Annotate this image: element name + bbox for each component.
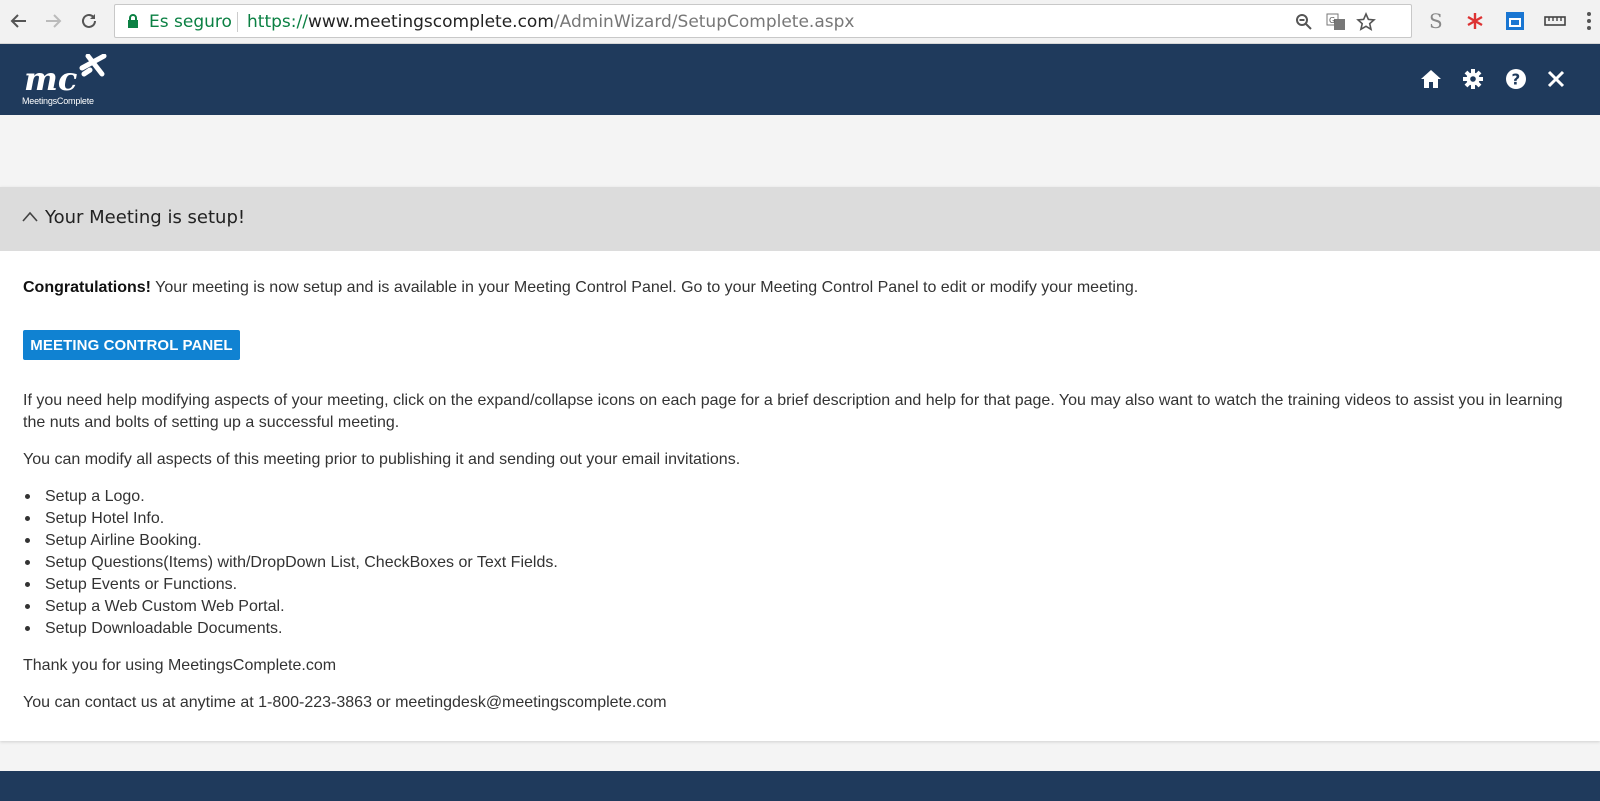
svg-text:G: G [1329,16,1335,25]
back-button[interactable] [6,8,32,34]
home-icon[interactable] [1418,66,1444,92]
list-item: Setup a Web Custom Web Portal. [23,596,558,618]
setup-complete-panel: Your Meeting is setup! Congratulations! … [0,187,1600,741]
panel-title: Your Meeting is setup! [45,207,246,228]
bullet [25,582,30,587]
arrow-left-icon [10,14,26,28]
list-item: Setup Hotel Info. [23,508,558,530]
svg-text:S: S [1429,10,1443,32]
browser-toolbar: Es seguro https://www.meetingscomplete.c… [0,0,1600,44]
page-footer [0,771,1600,801]
logo-tagline: MeetingsComplete [22,96,94,106]
logo-text: mc [24,60,77,98]
svg-text:?: ? [1512,71,1521,89]
app-header: mc MeetingsComplete ? [0,44,1600,115]
logo-mark: mc [24,53,107,98]
translate-icon[interactable]: G [1325,11,1347,33]
bullet [25,538,30,543]
forward-button[interactable] [40,8,66,34]
congrats-bold: Congratulations! [23,279,151,296]
reload-button[interactable] [76,8,102,34]
bullet [25,560,30,565]
bullet [25,626,30,631]
meeting-control-panel-button[interactable]: MEETING CONTROL PANEL [23,330,240,360]
list-item: Setup Downloadable Documents. [23,618,558,640]
gear-icon[interactable] [1460,66,1486,92]
extension-ruler-icon[interactable] [1542,8,1568,34]
extension-window-icon[interactable] [1502,8,1528,34]
congrats-text: Congratulations! Your meeting is now set… [23,277,1138,299]
contact-text: You can contact us at anytime at 1-800-2… [23,694,667,711]
reload-icon [82,13,96,28]
menu-icon[interactable] [1582,8,1596,34]
help-icon[interactable]: ? [1503,66,1529,92]
chevron-up-icon[interactable] [21,210,39,224]
help-paragraph: If you need help modifying aspects of yo… [23,392,1563,431]
lock-icon [128,14,138,28]
zoom-icon[interactable] [1293,11,1315,33]
list-item: Setup Questions(Items) with/DropDown Lis… [23,552,558,574]
logo[interactable]: mc MeetingsComplete [20,53,110,110]
close-icon[interactable] [1543,66,1569,92]
list-item: Setup a Logo. [23,486,558,508]
list-item: Setup Events or Functions. [23,574,558,596]
bullet [25,516,30,521]
secure-label: Es seguro [149,12,232,32]
url-text[interactable]: https://www.meetingscomplete.com/AdminWi… [247,12,854,32]
modify-paragraph: You can modify all aspects of this meeti… [23,451,741,468]
arrow-right-icon [46,14,62,28]
extension-asterisk-icon[interactable] [1462,8,1488,34]
panel-header[interactable]: Your Meeting is setup! [0,187,1600,251]
list-item: Setup Airline Booking. [23,530,558,552]
thanks-text: Thank you for using MeetingsComplete.com [23,657,337,674]
congrats-message: Your meeting is now setup and is availab… [151,279,1139,296]
address-bar[interactable]: Es seguro https://www.meetingscomplete.c… [114,4,1412,38]
extension-s-icon[interactable]: S [1422,8,1448,34]
bullet [25,494,30,499]
bullet [25,604,30,609]
setup-steps-list: Setup a Logo. Setup Hotel Info. Setup Ai… [23,486,558,640]
divider [237,12,238,32]
star-icon[interactable] [1355,11,1377,33]
